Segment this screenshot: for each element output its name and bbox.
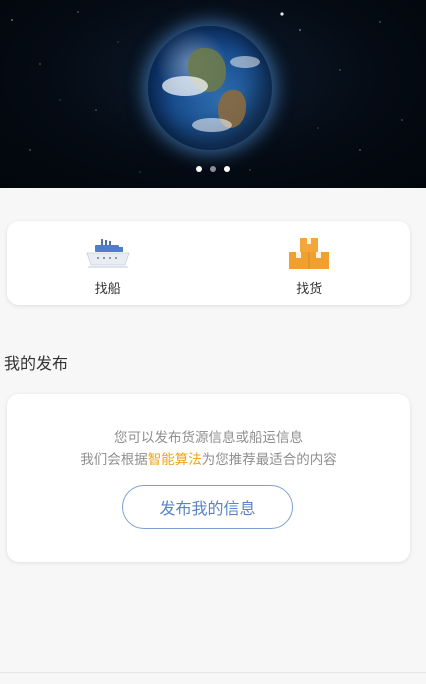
line2-suffix: 为您推荐最适合的内容	[201, 452, 337, 468]
pager-dot[interactable]	[210, 166, 216, 172]
cargo-boxes-icon	[289, 238, 330, 269]
smart-algorithm-highlight: 智能算法	[147, 452, 202, 468]
earth-image	[148, 26, 272, 150]
publish-card: 您可以发布货源信息或船运信息 我们会根据智能算法为您推荐最适合的内容 发布我的信…	[7, 394, 410, 562]
quick-actions-card: 找船 找货	[7, 221, 410, 305]
publish-description-line2: 我们会根据智能算法为您推荐最适合的内容	[7, 448, 410, 468]
banner-carousel[interactable]	[0, 0, 426, 188]
pager-dot-active[interactable]	[224, 166, 230, 172]
publish-my-info-button[interactable]: 发布我的信息	[122, 485, 293, 529]
carousel-pager	[0, 166, 426, 172]
find-ship-label: 找船	[94, 282, 121, 297]
pager-dot[interactable]	[196, 166, 202, 172]
my-posts-title: 我的发布	[4, 354, 69, 373]
publish-description-line1: 您可以发布货源信息或船运信息	[114, 430, 303, 446]
bottom-divider	[0, 672, 426, 673]
find-ship-button[interactable]: 找船	[7, 221, 209, 305]
find-cargo-label: 找货	[296, 282, 323, 297]
find-cargo-button[interactable]: 找货	[209, 221, 411, 305]
line2-prefix: 我们会根据	[80, 452, 148, 468]
ship-icon	[86, 239, 130, 268]
